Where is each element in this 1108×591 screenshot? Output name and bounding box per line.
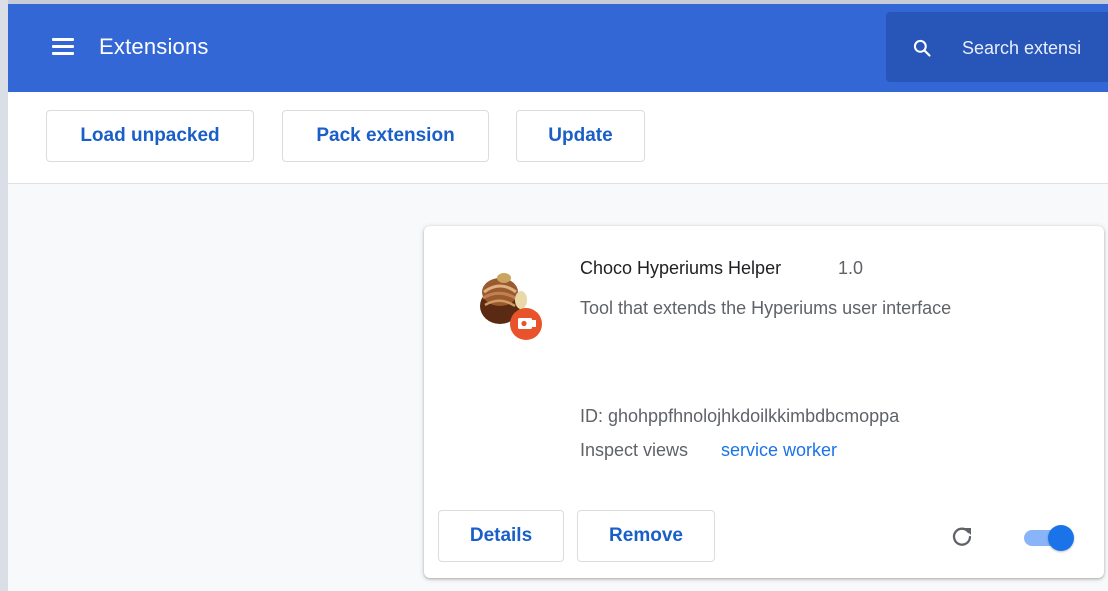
pack-extension-button[interactable]: Pack extension [282,110,489,162]
header-bar: Extensions Search extensi [8,0,1108,92]
hamburger-menu-icon[interactable] [52,38,76,56]
extension-version: 1.0 [838,258,864,278]
developer-toolbar: Load unpacked Pack extension Update [8,92,1108,184]
search-icon [913,39,931,57]
toggle-knob [1048,525,1074,551]
extension-name: Choco Hyperiums Helper [580,258,782,278]
details-button[interactable]: Details [438,510,564,562]
extension-card: Choco Hyperiums Helper 1.0 Tool that ext… [424,226,1104,578]
service-worker-link[interactable]: service worker [721,440,837,461]
chocolate-truffle-icon [480,273,542,340]
enable-toggle[interactable] [1020,525,1076,551]
remove-button[interactable]: Remove [577,510,715,562]
load-unpacked-button[interactable]: Load unpacked [46,110,254,162]
extension-id: ID: ghohppfhnolojhkdoilkkimbdbcmoppa [580,406,900,426]
page-title: Extensions [99,34,209,59]
extensions-page: Extensions Search extensi Load unpacked … [8,0,1108,591]
inspect-views-label: Inspect views [580,440,689,460]
search-input[interactable]: Search extensi [886,12,1108,82]
extension-description: Tool that extends the Hyperiums user int… [580,298,952,318]
update-button[interactable]: Update [516,110,645,162]
reload-icon[interactable] [950,524,974,548]
search-placeholder: Search extensi [962,38,1082,58]
